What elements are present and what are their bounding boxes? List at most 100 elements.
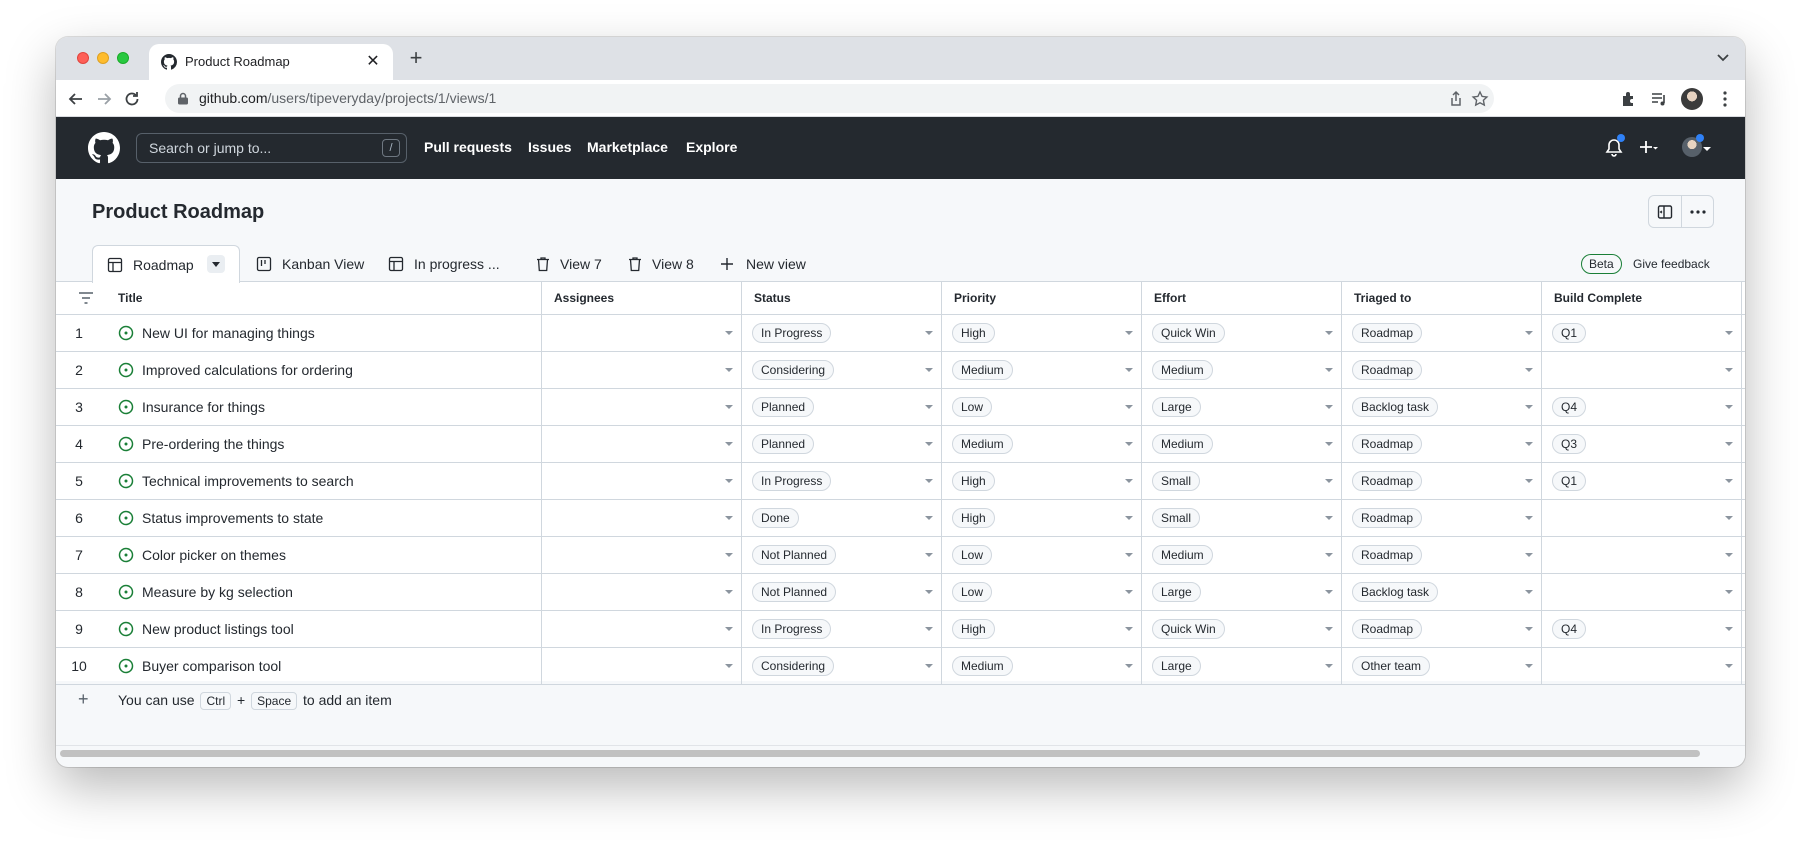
dropdown-caret-icon[interactable]	[1525, 479, 1533, 483]
dropdown-caret-icon[interactable]	[925, 664, 933, 668]
dropdown-caret-icon[interactable]	[925, 479, 933, 483]
browser-profile-avatar[interactable]	[1681, 88, 1703, 110]
tab-view-7[interactable]: View 7	[522, 245, 614, 282]
nav-pull-requests[interactable]: Pull requests	[424, 139, 512, 155]
assignees-cell[interactable]	[542, 352, 742, 388]
dropdown-caret-icon[interactable]	[1325, 368, 1333, 372]
dropdown-caret-icon[interactable]	[925, 405, 933, 409]
build-complete-cell[interactable]: Q3	[1542, 426, 1742, 462]
title-cell[interactable]: 6 Status improvements to state	[56, 500, 542, 536]
dropdown-caret-icon[interactable]	[1725, 664, 1733, 668]
dropdown-caret-icon[interactable]	[1125, 331, 1133, 335]
title-cell[interactable]: 5 Technical improvements to search	[56, 463, 542, 499]
table-row[interactable]: 5 Technical improvements to search In Prog…	[56, 463, 1745, 500]
dropdown-caret-icon[interactable]	[1325, 479, 1333, 483]
dropdown-caret-icon[interactable]	[1125, 479, 1133, 483]
item-title[interactable]: Technical improvements to search	[142, 473, 354, 489]
assignees-cell[interactable]	[542, 500, 742, 536]
dropdown-caret-icon[interactable]	[1125, 442, 1133, 446]
dropdown-caret-icon[interactable]	[1725, 516, 1733, 520]
browser-tab[interactable]: Product Roadmap ✕	[149, 44, 393, 80]
assignees-cell[interactable]	[542, 315, 742, 351]
assignees-cell[interactable]	[542, 389, 742, 425]
status-cell[interactable]: Done	[742, 500, 942, 536]
priority-cell[interactable]: Medium	[942, 648, 1142, 684]
dropdown-caret-icon[interactable]	[725, 627, 733, 631]
column-header-effort[interactable]: Effort	[1142, 282, 1342, 315]
create-new-icon[interactable]	[1638, 138, 1658, 158]
dropdown-caret-icon[interactable]	[725, 331, 733, 335]
extensions-puzzle-icon[interactable]	[1619, 89, 1639, 109]
column-header-triaged-to[interactable]: Triaged to	[1342, 282, 1542, 315]
item-title[interactable]: New product listings tool	[142, 621, 294, 637]
build-complete-cell[interactable]: Q4	[1542, 611, 1742, 647]
item-title[interactable]: Measure by kg selection	[142, 584, 293, 600]
dropdown-caret-icon[interactable]	[1725, 627, 1733, 631]
nav-explore[interactable]: Explore	[686, 139, 737, 155]
dropdown-caret-icon[interactable]	[1325, 405, 1333, 409]
effort-cell[interactable]: Medium	[1142, 426, 1342, 462]
title-cell[interactable]: 3 Insurance for things	[56, 389, 542, 425]
table-row[interactable]: 7 Color picker on themes Not Planned Low Med…	[56, 537, 1745, 574]
dropdown-caret-icon[interactable]	[1525, 331, 1533, 335]
browser-menu-icon[interactable]	[1715, 89, 1735, 109]
item-title[interactable]: New UI for managing things	[142, 325, 315, 341]
table-row[interactable]: 1 New UI for managing things In Progress Hi…	[56, 315, 1745, 352]
dropdown-caret-icon[interactable]	[1725, 479, 1733, 483]
horizontal-scrollbar[interactable]	[56, 745, 1745, 759]
dropdown-caret-icon[interactable]	[1725, 405, 1733, 409]
assignees-cell[interactable]	[542, 537, 742, 573]
dropdown-caret-icon[interactable]	[1125, 553, 1133, 557]
item-title[interactable]: Buyer comparison tool	[142, 658, 281, 674]
priority-cell[interactable]: High	[942, 500, 1142, 536]
tab-in-progress[interactable]: In progress ...	[372, 245, 522, 282]
triaged-to-cell[interactable]: Backlog task	[1342, 389, 1542, 425]
item-title[interactable]: Pre-ordering the things	[142, 436, 284, 452]
priority-cell[interactable]: Low	[942, 389, 1142, 425]
status-cell[interactable]: Not Planned	[742, 537, 942, 573]
status-cell[interactable]: In Progress	[742, 611, 942, 647]
dropdown-caret-icon[interactable]	[1325, 590, 1333, 594]
bookmark-star-icon[interactable]	[1471, 90, 1489, 108]
dropdown-caret-icon[interactable]	[725, 553, 733, 557]
tab-view-8[interactable]: View 8	[614, 245, 706, 282]
close-tab-icon[interactable]: ✕	[363, 51, 383, 71]
tab-roadmap[interactable]: Roadmap	[92, 245, 240, 283]
maximize-window-button[interactable]	[117, 52, 129, 64]
dropdown-caret-icon[interactable]	[1525, 516, 1533, 520]
forward-arrow-icon[interactable]	[94, 89, 114, 109]
triaged-to-cell[interactable]: Roadmap	[1342, 463, 1542, 499]
column-header-build-complete[interactable]: Build Complete	[1542, 282, 1742, 315]
dropdown-caret-icon[interactable]	[1325, 442, 1333, 446]
dropdown-caret-icon[interactable]	[925, 516, 933, 520]
effort-cell[interactable]: Medium	[1142, 352, 1342, 388]
dropdown-caret-icon[interactable]	[925, 331, 933, 335]
dropdown-caret-icon[interactable]	[1725, 553, 1733, 557]
triaged-to-cell[interactable]: Roadmap	[1342, 537, 1542, 573]
status-cell[interactable]: Not Planned	[742, 574, 942, 610]
column-header-assignees[interactable]: Assignees	[542, 282, 742, 315]
dropdown-caret-icon[interactable]	[1325, 664, 1333, 668]
column-header-title[interactable]: Title	[56, 282, 542, 315]
status-cell[interactable]: Considering	[742, 352, 942, 388]
scrollbar-thumb[interactable]	[60, 750, 1700, 757]
dropdown-caret-icon[interactable]	[1525, 590, 1533, 594]
dropdown-caret-icon[interactable]	[925, 590, 933, 594]
dropdown-caret-icon[interactable]	[725, 516, 733, 520]
assignees-cell[interactable]	[542, 611, 742, 647]
status-cell[interactable]: In Progress	[742, 315, 942, 351]
build-complete-cell[interactable]	[1542, 537, 1742, 573]
table-row[interactable]: 9 New product listings tool In Progress Hig…	[56, 611, 1745, 648]
share-icon[interactable]	[1447, 90, 1465, 108]
effort-cell[interactable]: Small	[1142, 463, 1342, 499]
add-item-row[interactable]: + You can use Ctrl + Space to add an ite…	[56, 685, 1745, 721]
status-cell[interactable]: Planned	[742, 426, 942, 462]
title-cell[interactable]: 4 Pre-ordering the things	[56, 426, 542, 462]
title-cell[interactable]: 9 New product listings tool	[56, 611, 542, 647]
add-item-plus-icon[interactable]: +	[78, 689, 89, 710]
tab-kanban-view[interactable]: Kanban View	[240, 245, 372, 282]
build-complete-cell[interactable]: Q1	[1542, 315, 1742, 351]
dropdown-caret-icon[interactable]	[725, 442, 733, 446]
dropdown-caret-icon[interactable]	[1525, 553, 1533, 557]
table-row[interactable]: 10 Buyer comparison tool Considering Medium…	[56, 648, 1745, 685]
